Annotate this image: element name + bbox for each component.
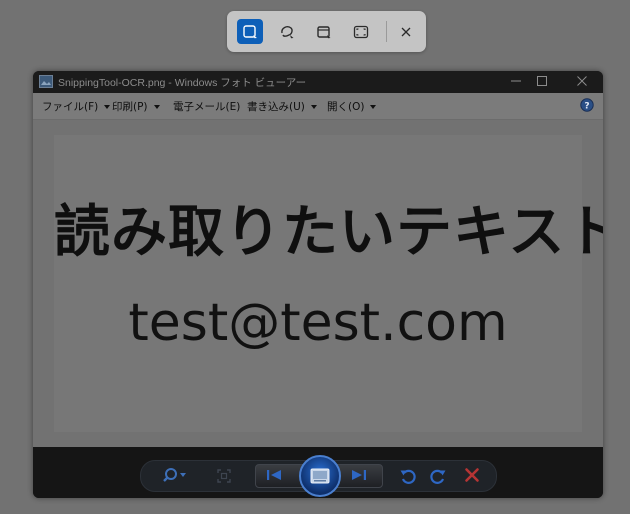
zoom-icon — [163, 468, 186, 482]
next-button[interactable] — [350, 468, 368, 482]
menu-bar: ファイル(F) 印刷(P) 電子メール(E) 書き込み(U) 開く(O) ? — [33, 93, 603, 120]
minimize-button[interactable] — [509, 74, 523, 88]
displayed-image: 読み取りたいテキスト test@test.com — [54, 135, 603, 432]
help-icon[interactable]: ? — [580, 98, 594, 112]
freeform-snip-icon — [281, 25, 294, 38]
chevron-down-icon — [104, 105, 111, 109]
fullscreen-snip-icon — [353, 25, 369, 38]
rotate-counterclockwise-icon — [400, 469, 416, 484]
maximize-button[interactable] — [535, 74, 549, 88]
menu-file[interactable]: ファイル(F) — [42, 99, 111, 114]
photo-viewer-app-icon — [39, 75, 53, 88]
maximize-icon — [537, 76, 547, 86]
delete-button[interactable] — [464, 467, 480, 483]
menu-open-label: 開く(O) — [327, 101, 365, 113]
close-button[interactable] — [393, 19, 419, 44]
rotate-clockwise-icon — [430, 469, 446, 484]
zoom-button[interactable] — [163, 466, 187, 484]
actual-size-icon — [217, 469, 231, 483]
chevron-down-icon — [153, 105, 160, 109]
menu-email[interactable]: 電子メール(E) — [173, 99, 240, 114]
slideshow-icon — [310, 468, 330, 484]
slideshow-button[interactable] — [299, 455, 341, 497]
rectangle-snip-button[interactable] — [237, 19, 263, 44]
close-icon — [577, 76, 587, 86]
freeform-snip-button[interactable] — [274, 19, 300, 44]
actual-size-button[interactable] — [216, 468, 232, 484]
window-snip-button[interactable] — [311, 19, 337, 44]
menu-print-label: 印刷(P) — [112, 101, 148, 113]
snipping-toolbar — [227, 11, 426, 52]
fullscreen-snip-button[interactable] — [348, 19, 374, 44]
photo-viewer-window: SnippingTool-OCR.png - Windows フォト ビューアー… — [33, 71, 603, 498]
chevron-down-icon — [310, 105, 317, 109]
playback-bar — [33, 447, 603, 498]
rectangle-snip-icon — [243, 24, 257, 38]
close-icon — [401, 27, 411, 36]
menu-print[interactable]: 印刷(P) — [112, 99, 160, 114]
delete-icon — [465, 468, 479, 482]
window-snip-icon — [317, 25, 331, 38]
image-email-text: test@test.com — [128, 293, 508, 353]
menu-open[interactable]: 開く(O) — [327, 99, 377, 114]
svg-text:?: ? — [584, 102, 589, 112]
menu-burn[interactable]: 書き込み(U) — [247, 99, 317, 114]
image-heading-text: 読み取りたいテキスト — [54, 200, 603, 265]
controls-pill — [140, 455, 497, 497]
window-title: SnippingTool-OCR.png - Windows フォト ビューアー — [58, 77, 307, 89]
chevron-down-icon — [370, 105, 377, 109]
previous-button[interactable] — [265, 468, 283, 482]
title-bar[interactable]: SnippingTool-OCR.png - Windows フォト ビューアー — [33, 71, 603, 93]
menu-email-label: 電子メール(E) — [173, 101, 241, 113]
previous-icon — [267, 470, 281, 480]
minimize-icon — [511, 80, 521, 82]
rotate-left-button[interactable] — [399, 467, 417, 485]
menu-file-label: ファイル(F) — [42, 101, 99, 113]
toolbar-divider — [386, 21, 387, 42]
next-icon — [352, 470, 366, 480]
window-close-button[interactable] — [575, 74, 589, 88]
menu-burn-label: 書き込み(U) — [247, 101, 305, 113]
rotate-right-button[interactable] — [429, 467, 447, 485]
